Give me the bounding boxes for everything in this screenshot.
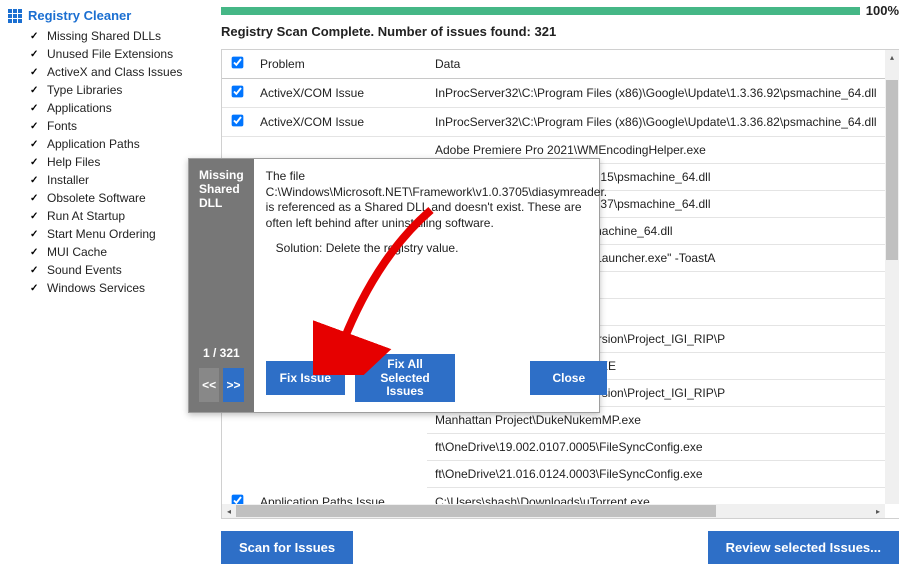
check-icon: ✓ xyxy=(30,265,40,276)
check-icon: ✓ xyxy=(30,31,40,42)
cell-data: ft\OneDrive\21.016.0124.0003\FileSyncCon… xyxy=(427,461,885,488)
scan-button[interactable]: Scan for Issues xyxy=(221,531,353,564)
sidebar-item[interactable]: ✓ Fonts xyxy=(8,117,206,135)
scroll-left-icon[interactable]: ◂ xyxy=(222,504,236,518)
progress-bar xyxy=(221,7,860,15)
check-icon: ✓ xyxy=(30,139,40,150)
sidebar-item-label: Applications xyxy=(47,101,112,115)
cell-problem: ActiveX/COM Issue xyxy=(252,108,427,137)
sidebar-item-label: ActiveX and Class Issues xyxy=(47,65,182,79)
check-icon: ✓ xyxy=(30,247,40,258)
cell-data: C:\Users\shash\Downloads\uTorrent.exe xyxy=(427,488,885,505)
status-text: Registry Scan Complete. Number of issues… xyxy=(221,24,899,39)
sidebar-item-label: Help Files xyxy=(47,155,100,169)
close-button[interactable]: Close xyxy=(530,361,607,395)
cell-problem xyxy=(252,434,427,461)
row-checkbox[interactable] xyxy=(231,495,243,504)
check-icon: ✓ xyxy=(30,283,40,294)
next-button[interactable]: >> xyxy=(223,368,243,402)
vertical-scrollbar[interactable]: ▴ ▾ xyxy=(885,50,899,504)
sidebar-title-text: Registry Cleaner xyxy=(28,8,131,23)
scroll-right-icon[interactable]: ▸ xyxy=(871,504,885,518)
sidebar-item[interactable]: ✓ MUI Cache xyxy=(8,243,206,261)
check-icon: ✓ xyxy=(30,121,40,132)
table-row[interactable]: ActiveX/COM IssueInProcServer32\C:\Progr… xyxy=(222,79,885,108)
sidebar-item[interactable]: ✓ ActiveX and Class Issues xyxy=(8,63,206,81)
dialog-counter: 1 / 321 xyxy=(199,346,244,360)
table-row[interactable]: ft\OneDrive\19.002.0107.0005\FileSyncCon… xyxy=(222,434,885,461)
cell-problem xyxy=(252,461,427,488)
sidebar-item-label: Start Menu Ordering xyxy=(47,227,156,241)
check-icon: ✓ xyxy=(30,85,40,96)
sidebar-item[interactable]: ✓ Help Files xyxy=(8,153,206,171)
sidebar-item-label: Obsolete Software xyxy=(47,191,146,205)
scroll-down-icon[interactable]: ▾ xyxy=(885,490,899,504)
check-icon: ✓ xyxy=(30,49,40,60)
sidebar-item[interactable]: ✓ Missing Shared DLLs xyxy=(8,27,206,45)
check-icon: ✓ xyxy=(30,103,40,114)
table-row[interactable]: ActiveX/COM IssueInProcServer32\C:\Progr… xyxy=(222,108,885,137)
sidebar-item-label: MUI Cache xyxy=(47,245,107,259)
sidebar-item-label: Windows Services xyxy=(47,281,145,295)
cell-problem: Application Paths Issue xyxy=(252,488,427,505)
sidebar-item[interactable]: ✓ Unused File Extensions xyxy=(8,45,206,63)
review-button[interactable]: Review selected Issues... xyxy=(708,531,899,564)
sidebar-item[interactable]: ✓ Start Menu Ordering xyxy=(8,225,206,243)
sidebar-item[interactable]: ✓ Obsolete Software xyxy=(8,189,206,207)
issue-dialog: Missing Shared DLL 1 / 321 << >> The fil… xyxy=(188,158,600,413)
sidebar: Registry Cleaner ✓ Missing Shared DLLs ✓ Un… xyxy=(0,0,210,305)
sidebar-item[interactable]: ✓ Run At Startup xyxy=(8,207,206,225)
vertical-scroll-thumb[interactable] xyxy=(886,80,898,260)
horizontal-scrollbar[interactable]: ◂ ▸ xyxy=(222,504,885,518)
grid-icon xyxy=(8,9,22,23)
dialog-solution: Solution: Delete the registry value. xyxy=(276,241,607,257)
check-icon: ✓ xyxy=(30,67,40,78)
sidebar-item[interactable]: ✓ Application Paths xyxy=(8,135,206,153)
check-icon: ✓ xyxy=(30,211,40,222)
prev-button[interactable]: << xyxy=(199,368,219,402)
check-icon: ✓ xyxy=(30,175,40,186)
sidebar-item[interactable]: ✓ Sound Events xyxy=(8,261,206,279)
check-icon: ✓ xyxy=(30,193,40,204)
table-row[interactable]: Application Paths IssueC:\Users\shash\Do… xyxy=(222,488,885,505)
row-checkbox[interactable] xyxy=(231,86,243,98)
sidebar-item[interactable]: ✓ Windows Services xyxy=(8,279,206,297)
dialog-sidebar: Missing Shared DLL 1 / 321 << >> xyxy=(189,159,254,412)
cell-data: InProcServer32\C:\Program Files (x86)\Go… xyxy=(427,79,885,108)
sidebar-item-label: Type Libraries xyxy=(47,83,122,97)
col-data[interactable]: Data xyxy=(427,50,885,79)
dialog-text: The file C:\Windows\Microsoft.NET\Framew… xyxy=(266,169,607,267)
fix-all-button[interactable]: Fix All Selected Issues xyxy=(355,354,455,402)
fix-issue-button[interactable]: Fix Issue xyxy=(266,361,345,395)
select-all-checkbox[interactable] xyxy=(231,57,243,69)
col-problem[interactable]: Problem xyxy=(252,50,427,79)
sidebar-item[interactable]: ✓ Applications xyxy=(8,99,206,117)
cell-data: InProcServer32\C:\Program Files (x86)\Go… xyxy=(427,108,885,137)
dialog-title: Missing Shared DLL xyxy=(199,169,244,210)
cell-problem: ActiveX/COM Issue xyxy=(252,79,427,108)
sidebar-item-label: Application Paths xyxy=(47,137,140,151)
row-checkbox[interactable] xyxy=(231,115,243,127)
check-icon: ✓ xyxy=(30,229,40,240)
sidebar-item-label: Run At Startup xyxy=(47,209,125,223)
sidebar-item-label: Fonts xyxy=(47,119,77,133)
cell-data: ft\OneDrive\19.002.0107.0005\FileSyncCon… xyxy=(427,434,885,461)
sidebar-item-label: Unused File Extensions xyxy=(47,47,173,61)
sidebar-item-label: Sound Events xyxy=(47,263,122,277)
sidebar-title: Registry Cleaner xyxy=(8,8,206,23)
dialog-buttons: Fix Issue Fix All Selected Issues Close xyxy=(266,354,607,402)
button-row: Scan for Issues Review selected Issues..… xyxy=(221,531,899,564)
sidebar-item-label: Missing Shared DLLs xyxy=(47,29,161,43)
progress-row: 100% xyxy=(221,3,899,18)
sidebar-item[interactable]: ✓ Installer xyxy=(8,171,206,189)
dialog-body: The file C:\Windows\Microsoft.NET\Framew… xyxy=(254,159,619,412)
horizontal-scroll-thumb[interactable] xyxy=(236,505,716,517)
progress-percent: 100% xyxy=(866,3,899,18)
check-icon: ✓ xyxy=(30,157,40,168)
scroll-up-icon[interactable]: ▴ xyxy=(885,50,899,64)
table-row[interactable]: ft\OneDrive\21.016.0124.0003\FileSyncCon… xyxy=(222,461,885,488)
sidebar-item[interactable]: ✓ Type Libraries xyxy=(8,81,206,99)
sidebar-item-label: Installer xyxy=(47,173,89,187)
